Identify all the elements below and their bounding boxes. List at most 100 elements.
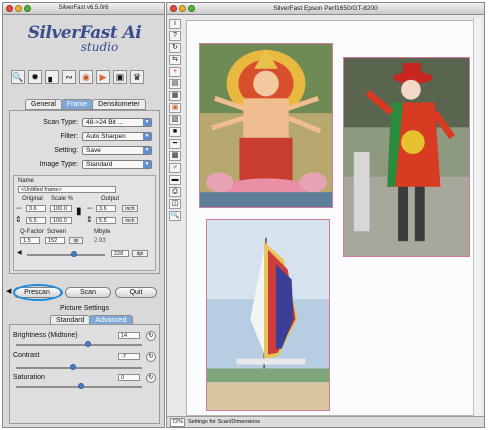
brightness-slider-track[interactable] [16,344,142,346]
original-label: Original [22,196,43,202]
filter-value: Auto Sharpen [86,132,126,140]
width-scale-field[interactable]: 100.0 [50,205,72,212]
saturation-label: Saturation [13,374,45,381]
preview-status-bar: 72% Settings for Scan/Dimensions [167,416,484,427]
tray-icon[interactable]: ▬ [169,175,181,185]
control-window-title: SilverFast v6.5.0r6 [58,5,109,11]
contrast-slider-track[interactable] [16,367,142,369]
preview-canvas[interactable] [186,20,474,416]
help-icon[interactable]: ? [169,31,181,41]
setting-label: Setting: [54,146,78,154]
color-wheel-icon[interactable]: ✹ [28,70,42,84]
color-correction-icon[interactable]: ◉ [79,70,93,84]
screen-field[interactable]: 152 [45,237,65,244]
width-original-field[interactable]: 3.6 [26,205,46,212]
chevron-down-icon: ▼ [143,118,151,126]
frame-dimensions-box: Name <Untitled frame> Original Scale % O… [13,175,156,271]
resolution-unit-select[interactable]: dpi [132,250,148,257]
height-unit-select[interactable]: inch [122,217,138,224]
film-icon[interactable]: ◫ [169,199,181,209]
preview-window-title: SilverFast Epson Perf1650/GT-8200 [273,5,378,12]
height-arrows-icon: ⇕ [15,215,22,224]
brightness-field[interactable]: 14 [118,332,140,339]
zoom-icon[interactable]: 🔍 [169,211,181,221]
setting-select[interactable]: Save ▼ [82,145,152,155]
silverfast-logo: SilverFast Ai studio [3,23,166,54]
resolution-field[interactable]: 228 [111,250,129,257]
tab-densitometer[interactable]: Densitometer [92,99,146,110]
rotate-icon[interactable]: ↻ [169,43,181,53]
filter-select[interactable]: Auto Sharpen ▼ [82,131,152,141]
frame-panel: Scan Type: 48->24 Bit ... ▼ Filter: Auto … [9,110,160,274]
bars-icon[interactable]: ■ [169,127,181,137]
width-output-arrows-icon: ⇔ [86,203,94,212]
ruler-icon[interactable]: ━ [169,139,181,149]
preview-window: SilverFast Epson Perf1650/GT-8200 i ? ↻ … [166,2,485,428]
scan-frame-1[interactable] [199,43,333,208]
height-output-field[interactable]: 5.5 [96,217,116,224]
image-type-row: Image Type: Standard ▼ [10,159,152,169]
image-type-select[interactable]: Standard ▼ [82,159,152,169]
gradation-curve-icon[interactable]: ∾ [62,70,76,84]
scan-button[interactable]: Scan [65,287,111,298]
contrast-reset-icon[interactable]: ↻ [146,352,156,362]
qfactor-field[interactable]: 1.5 [20,237,40,244]
crosshair-icon[interactable]: + [169,67,181,77]
preview-toolbar: i ? ↻ ⇆ + ▤ ▦ ▣ ▧ ■ ━ ▩ ♂ ▬ ⎙ ◫ 🔍 [169,19,183,221]
mirror-icon[interactable]: ⇆ [169,55,181,65]
chevron-down-icon: ▼ [143,160,151,168]
scan-type-value: 48->24 Bit ... [86,118,124,126]
resolution-icon: ◀ [17,250,22,256]
width-output-field[interactable]: 3.6 [96,205,116,212]
quit-button[interactable]: Quit [115,287,157,298]
person-icon[interactable]: ♂ [169,163,181,173]
image-type-label: Image Type: [39,160,78,168]
selective-color-icon[interactable]: ▶ [96,70,110,84]
magnify-icon[interactable]: 🔍 [11,70,25,84]
scan-type-label: Scan Type: [43,118,78,126]
height-output-arrows-icon: ⇕ [86,215,93,224]
descreen-icon[interactable]: ▩ [169,151,181,161]
contrast-field[interactable]: -7 [118,353,140,360]
contrast-label: Contrast [13,352,40,359]
histogram-icon[interactable]: ▖ [45,70,59,84]
grid-icon[interactable]: ▧ [169,115,181,125]
height-scale-field[interactable]: 100.0 [50,217,72,224]
screen-unit-select[interactable]: lpi [69,237,83,244]
link-lock-icon[interactable]: ▮ [76,207,82,217]
sharpen-icon[interactable]: ▣ [113,70,127,84]
contrast-slider-knob[interactable] [70,364,76,370]
resolution-slider-track[interactable] [27,254,105,256]
brightness-slider-knob[interactable] [85,341,91,347]
tab-general[interactable]: General [25,99,62,110]
frame-icon[interactable]: ▤ [169,79,181,89]
preview-titlebar: SilverFast Epson Perf1650/GT-8200 [167,3,484,15]
navigation-arrow-icon[interactable]: ◀ [6,288,11,295]
status-text: Settings for Scan/Dimensions [188,419,261,425]
qfactor-label: Q-Factor [20,229,44,235]
picture-settings-panel: Brightness (Midtone) 14 ↻ Contrast -7 ↻ … [9,324,160,424]
saturation-field[interactable]: 0 [118,374,140,381]
expert-dialog-icon[interactable]: ♛ [130,70,144,84]
zoom-level[interactable]: 72% [170,418,186,427]
frame-name-field[interactable]: <Untitled frame> [18,186,116,193]
output-label: Output [101,196,120,202]
print-icon[interactable]: ⎙ [169,187,181,197]
sailboat-image [207,220,329,410]
density-icon[interactable]: ▦ [169,91,181,101]
chevron-down-icon: ▼ [143,132,151,140]
tab-frame[interactable]: Frame [60,99,94,110]
scan-frame-3[interactable] [206,219,330,411]
scan-type-select[interactable]: 48->24 Bit ... ▼ [82,117,152,127]
height-original-field[interactable]: 5.5 [26,217,46,224]
brightness-reset-icon[interactable]: ↻ [146,331,156,341]
resolution-slider-knob[interactable] [71,251,77,257]
goddess-image [200,44,332,207]
saturation-reset-icon[interactable]: ↻ [146,373,156,383]
scan-frame-2[interactable] [343,57,470,257]
preview-scrollbar[interactable] [473,18,482,417]
saturation-slider-knob[interactable] [78,383,84,389]
info-icon[interactable]: i [169,19,181,29]
width-unit-select[interactable]: inch [122,205,138,212]
colors-icon[interactable]: ▣ [169,103,181,113]
